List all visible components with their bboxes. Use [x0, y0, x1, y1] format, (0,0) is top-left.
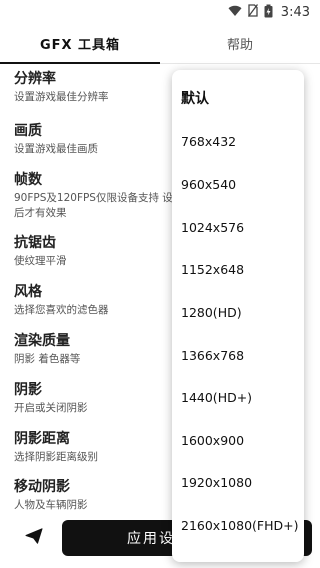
dropdown-option[interactable]: 1440(HD+)	[172, 377, 304, 417]
tab-help[interactable]: 帮助	[160, 24, 320, 63]
dropdown-option[interactable]: 960x540	[172, 164, 304, 204]
tab-gfx-toolbox[interactable]: GFX 工具箱	[0, 24, 160, 64]
wifi-icon	[228, 5, 242, 20]
dropdown-option[interactable]: 1920x1080	[172, 462, 304, 502]
dropdown-option[interactable]: 1152x648	[172, 249, 304, 289]
setting-desc: 90FPS及120FPS仅限设备支持 设置后才有效果	[14, 192, 184, 219]
dropdown-option[interactable]: 1024x576	[172, 207, 304, 247]
dropdown-option[interactable]: 768x432	[172, 121, 304, 161]
tab-bar: GFX 工具箱 帮助	[0, 24, 320, 64]
dropdown-option[interactable]: 1600x900	[172, 420, 304, 460]
send-icon	[25, 528, 43, 548]
resolution-dropdown-menu: 默认 768x432 960x540 1024x576 1152x648 128…	[172, 70, 304, 562]
status-time: 3:43	[280, 4, 310, 20]
dropdown-option[interactable]: 1280(HD)	[172, 292, 304, 332]
status-bar: 3:43	[0, 0, 320, 24]
battery-charging-icon	[264, 4, 273, 21]
dropdown-option-default[interactable]: 默认	[172, 78, 304, 118]
dropdown-option[interactable]: 2160x1080(FHD+)	[172, 505, 304, 545]
sim-card-off-icon	[247, 4, 258, 20]
dropdown-option[interactable]: 1366x768	[172, 335, 304, 375]
send-button[interactable]	[20, 524, 48, 552]
